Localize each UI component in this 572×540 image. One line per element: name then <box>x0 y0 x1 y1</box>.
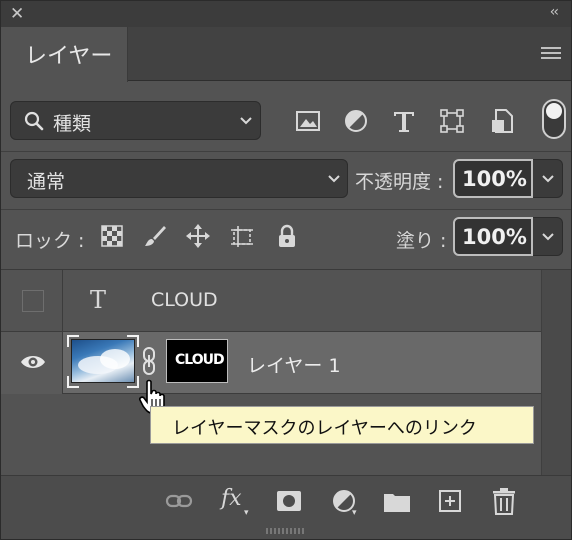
layer-thumbnail[interactable] <box>71 339 135 383</box>
chevron-down-icon <box>542 233 554 241</box>
fill-label: 塗り : <box>396 230 447 252</box>
close-icon[interactable]: ✕ <box>10 4 24 24</box>
layer-row-cloud[interactable]: T CLOUD <box>1 270 541 332</box>
lock-all-icon[interactable] <box>274 223 300 249</box>
fx-label: fx <box>221 486 242 511</box>
layer-name[interactable]: CLOUD <box>151 289 218 311</box>
scrollbar[interactable] <box>541 270 571 476</box>
mask-link-icon[interactable] <box>141 346 157 376</box>
lock-image-pixels-icon[interactable] <box>142 223 168 249</box>
type-filter-icon[interactable] <box>390 107 418 135</box>
opacity-input[interactable]: 100% <box>453 159 533 198</box>
visibility-toggle[interactable] <box>1 332 63 394</box>
panel-title-strip: ✕ ‹‹ <box>1 1 571 27</box>
layer-name[interactable]: レイヤー 1 <box>247 351 341 378</box>
lock-label: ロック : <box>15 230 85 252</box>
smart-object-filter-icon[interactable] <box>488 107 516 135</box>
blend-mode-value: 通常 <box>27 171 66 193</box>
visibility-toggle[interactable] <box>1 270 63 332</box>
chevron-down-icon <box>328 175 340 183</box>
search-icon <box>24 111 44 131</box>
tooltip: レイヤーマスクのレイヤーへのリンク <box>150 406 534 444</box>
adjustment-filter-icon[interactable] <box>342 107 370 135</box>
filter-kind-label: 種類 <box>53 113 92 135</box>
adjustment-layer-icon[interactable]: ▾ <box>329 486 359 518</box>
divider <box>1 209 571 210</box>
filter-kind-select[interactable]: 種類 <box>10 101 261 140</box>
delete-icon[interactable] <box>489 486 519 516</box>
lock-position-icon[interactable] <box>185 223 211 249</box>
bottom-toolbar: fx ▾ ▾ <box>1 475 571 539</box>
layers-panel: ✕ ‹‹ レイヤー 種類 通常 不透明度: 100% ロック: 塗り: 1… <box>0 0 572 540</box>
divider <box>1 151 571 152</box>
layer-list: T CLOUD CLOUD レイヤー 1 <box>1 269 571 476</box>
fx-icon[interactable]: fx ▾ <box>221 486 251 518</box>
collapse-icon[interactable]: ‹‹ <box>550 4 559 20</box>
mask-thumbnail-text: CLOUD <box>175 352 225 368</box>
selection-corner <box>67 376 79 388</box>
tooltip-text: レイヤーマスクのレイヤーへのリンク <box>172 418 477 439</box>
opacity-label: 不透明度 : <box>355 171 444 193</box>
chevron-down-icon <box>240 117 252 125</box>
resize-grip[interactable] <box>266 528 306 534</box>
lock-artboard-icon[interactable] <box>229 223 255 249</box>
panel-tab-row: レイヤー <box>1 27 571 82</box>
new-group-icon[interactable] <box>382 486 412 516</box>
opacity-dropdown[interactable] <box>533 159 563 198</box>
fill-dropdown[interactable] <box>533 217 563 256</box>
link-layers-icon[interactable] <box>164 486 194 516</box>
fill-value: 100% <box>462 225 527 249</box>
add-mask-icon[interactable] <box>274 486 304 516</box>
panel-menu-icon[interactable] <box>541 47 561 61</box>
visibility-checkbox[interactable] <box>22 290 44 312</box>
selection-corner <box>127 335 139 347</box>
layer-mask-thumbnail[interactable]: CLOUD <box>166 339 228 383</box>
new-layer-icon[interactable] <box>435 486 465 516</box>
tab-layers[interactable]: レイヤー <box>1 27 128 82</box>
image-filter-icon[interactable] <box>294 107 322 135</box>
lock-transparent-pixels-icon[interactable] <box>99 223 125 249</box>
text-layer-icon: T <box>90 286 107 314</box>
filter-toggle[interactable] <box>542 99 566 139</box>
tab-layers-label: レイヤー <box>25 44 113 69</box>
chevron-down-icon <box>542 175 554 183</box>
opacity-value: 100% <box>462 167 527 191</box>
eye-icon <box>21 356 45 368</box>
selection-corner <box>67 335 79 347</box>
blend-mode-select[interactable]: 通常 <box>10 159 348 198</box>
shape-filter-icon[interactable] <box>438 107 466 135</box>
fill-input[interactable]: 100% <box>453 217 533 256</box>
layer-row-layer-1[interactable]: CLOUD レイヤー 1 <box>1 332 541 394</box>
